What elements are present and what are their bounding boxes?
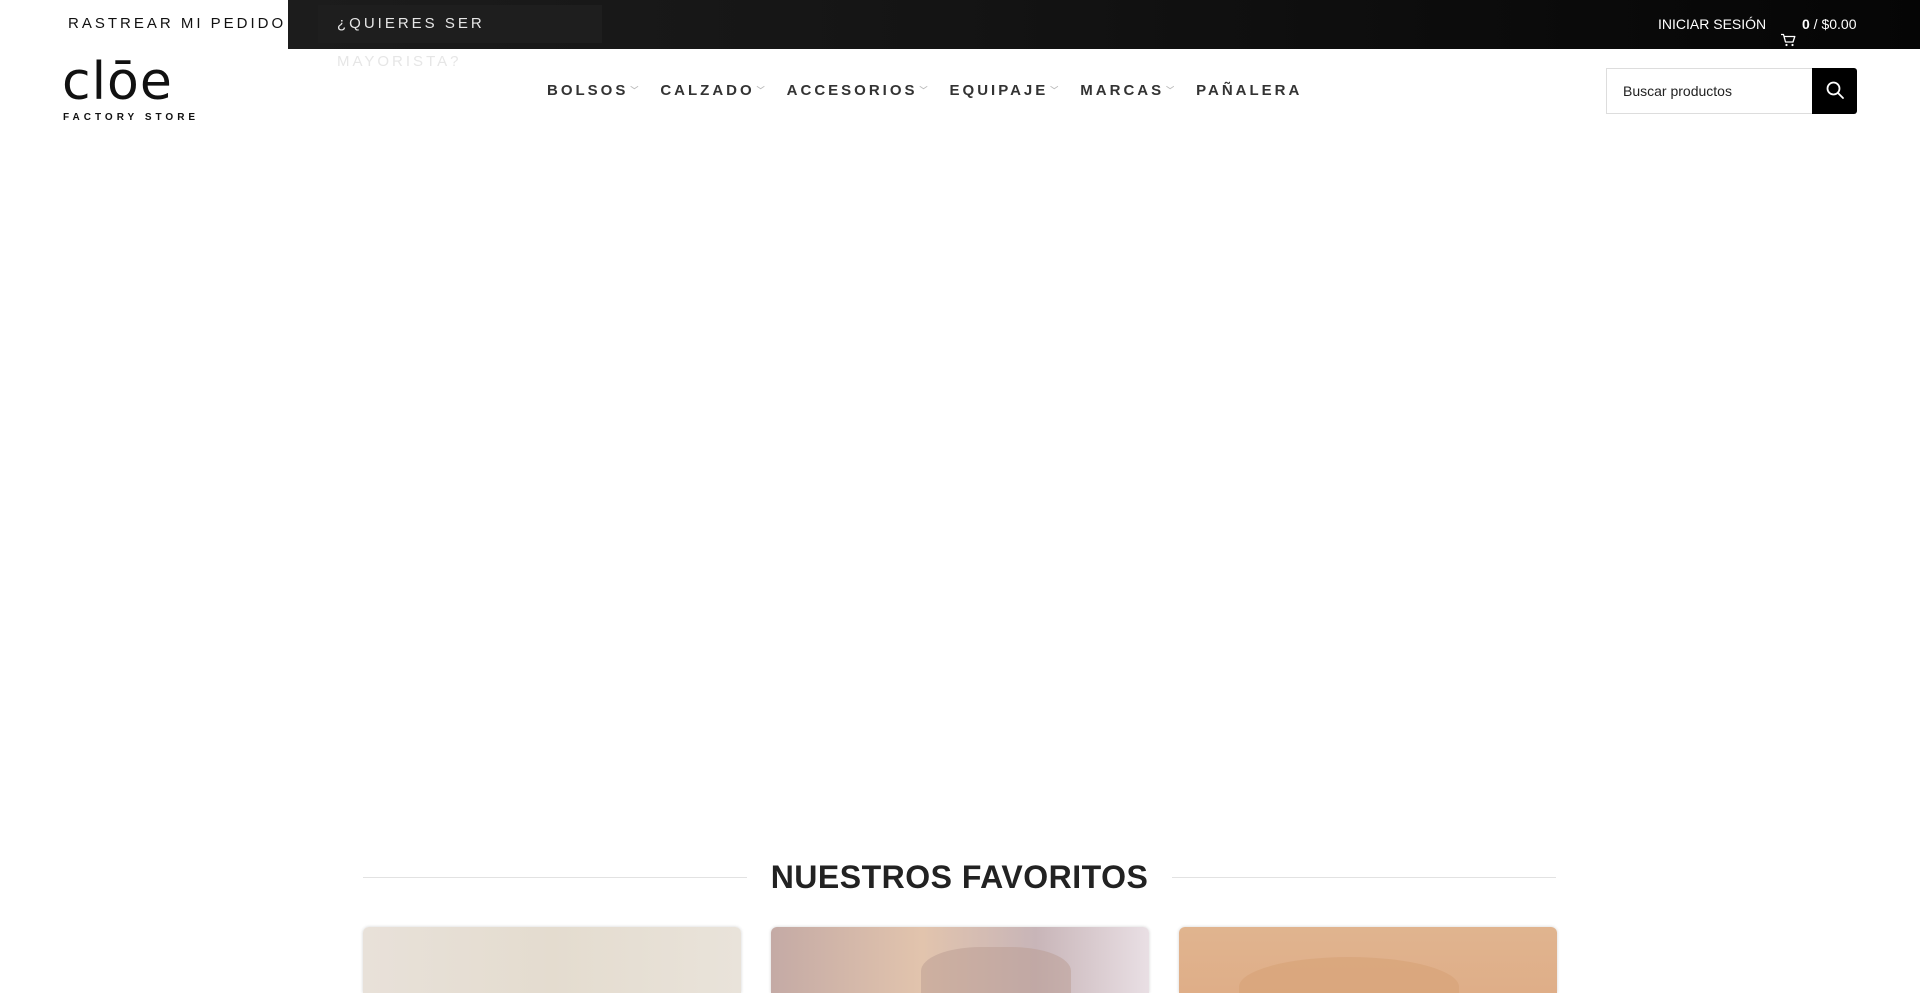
nav-item-accesorios[interactable]: ACCESORIOS ﹀ xyxy=(787,82,928,99)
chevron-down-icon: ﹀ xyxy=(1050,85,1059,95)
product-card[interactable] xyxy=(1179,927,1557,993)
product-card[interactable] xyxy=(771,927,1149,993)
nav-item-label: MARCAS xyxy=(1080,81,1165,99)
nav-item-bolsos[interactable]: BOLSOS ﹀ xyxy=(547,82,638,99)
nav-item-panalera[interactable]: PAÑALERA xyxy=(1196,82,1302,99)
wholesale-button[interactable]: ¿QUIERES SER MAYORISTA? xyxy=(318,5,602,70)
nav-item-calzado[interactable]: CALZADO ﹀ xyxy=(660,82,764,99)
nav-item-label: CALZADO xyxy=(660,81,755,99)
search-input[interactable] xyxy=(1606,68,1812,114)
chevron-down-icon: ﹀ xyxy=(919,85,928,95)
favorites-heading: NUESTROS FAVORITOS xyxy=(363,854,1557,900)
nav-item-label: EQUIPAJE xyxy=(949,81,1049,99)
product-image xyxy=(921,947,1071,993)
logo-wordmark: clōe xyxy=(62,52,173,112)
main-nav: BOLSOS ﹀ CALZADO ﹀ ACCESORIOS ﹀ EQUIPAJE ﹀ M… xyxy=(547,74,1324,106)
product-card[interactable] xyxy=(363,927,741,993)
search-form xyxy=(1606,68,1857,114)
cart-count: 0 xyxy=(1802,16,1810,32)
login-link[interactable]: INICIAR SESIÓN xyxy=(1658,0,1766,49)
nav-item-marcas[interactable]: MARCAS ﹀ xyxy=(1080,82,1174,99)
divider xyxy=(1172,876,1557,878)
track-order-link[interactable]: RASTREAR MI PEDIDO xyxy=(68,0,286,49)
cart-link[interactable]: 0 / $0.00 xyxy=(1780,0,1857,49)
divider xyxy=(363,876,747,878)
nav-item-label: ACCESORIOS xyxy=(786,81,918,99)
section-title: NUESTROS FAVORITOS xyxy=(770,858,1149,895)
cart-total: $0.00 xyxy=(1821,16,1857,32)
top-bar: RASTREAR MI PEDIDO ¿QUIERES SER MAYORIST… xyxy=(0,0,1920,70)
nav-item-label: BOLSOS xyxy=(547,81,629,99)
nav-item-label: PAÑALERA xyxy=(1196,81,1303,99)
chevron-down-icon: ﹀ xyxy=(630,85,639,95)
chevron-down-icon: ﹀ xyxy=(1166,85,1175,95)
logo-subtitle: FACTORY STORE xyxy=(63,112,200,123)
search-button[interactable] xyxy=(1812,68,1857,114)
chevron-down-icon: ﹀ xyxy=(756,85,765,95)
cart-separator: / xyxy=(1809,16,1822,32)
cart-icon xyxy=(1780,18,1796,46)
product-image xyxy=(1239,957,1459,993)
logo[interactable]: clōe FACTORY STORE xyxy=(62,56,200,126)
search-icon xyxy=(1825,80,1845,103)
nav-item-equipaje[interactable]: EQUIPAJE ﹀ xyxy=(950,82,1059,99)
